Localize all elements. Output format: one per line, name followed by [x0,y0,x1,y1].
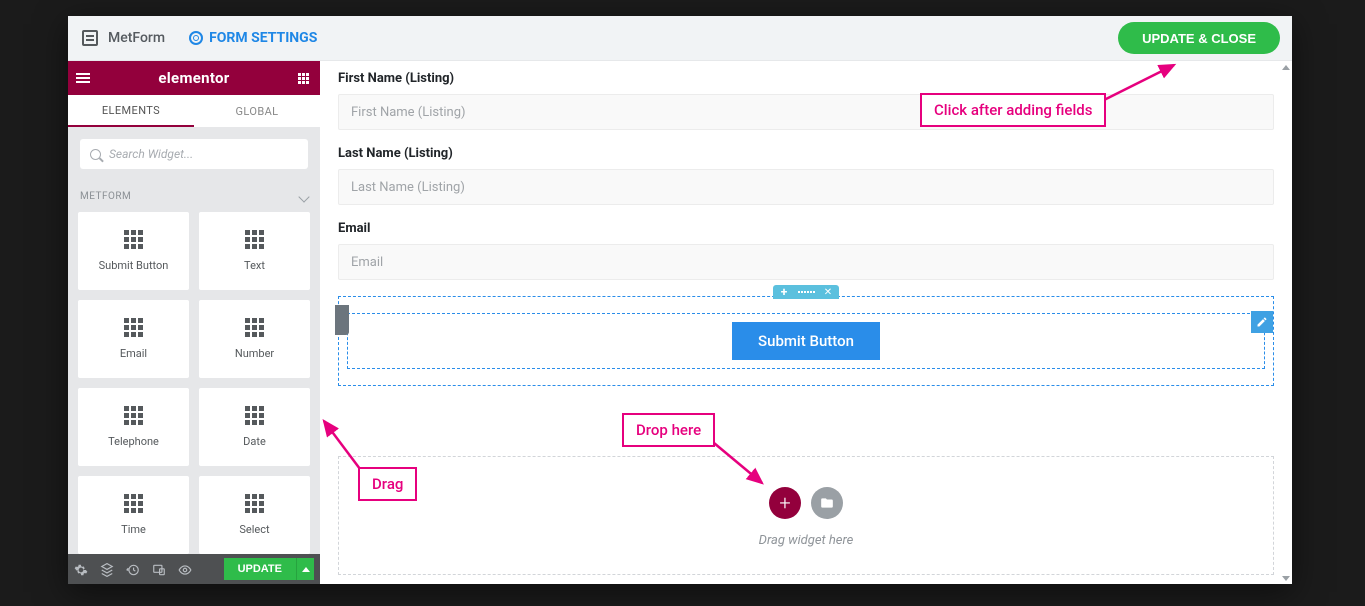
widget-text[interactable]: Text [199,212,310,290]
annotation-drop-here: Drop here [622,413,715,447]
widget-telephone[interactable]: Telephone [78,388,189,466]
widget-submit-button[interactable]: Submit Button [78,212,189,290]
widget-select[interactable]: Select [199,476,310,554]
search-icon [90,149,101,160]
tab-elements[interactable]: ELEMENTS [68,95,194,127]
widget-number[interactable]: Number [199,300,310,378]
panel-footer: UPDATE [68,554,320,584]
column[interactable]: Submit Button [347,313,1265,369]
metform-topbar: MetForm FORM SETTINGS UPDATE & CLOSE [68,16,1292,61]
section-tab-handle[interactable] [335,305,349,335]
field-label: Last Name (Listing) [338,146,1274,161]
field-label: Email [338,221,1274,236]
panel-tabs: ELEMENTS GLOBAL [68,95,320,127]
panel-header-title: elementor [158,69,229,87]
section-add-button[interactable] [773,285,795,299]
field-email[interactable]: Email Email [338,221,1274,280]
menu-icon[interactable] [76,73,94,83]
elementor-e-icon [82,30,98,46]
widget-category-header[interactable]: METFORM [68,181,320,212]
section-drag-handle[interactable] [795,285,817,299]
widget-date[interactable]: Date [199,388,310,466]
scroll-up-icon[interactable] [1280,61,1292,73]
add-section-button[interactable]: + [769,487,801,519]
section-delete-button[interactable] [817,285,839,299]
vertical-scrollbar[interactable] [1280,61,1292,584]
email-input[interactable]: Email [338,244,1274,280]
widget-edit-handle[interactable] [1251,311,1273,333]
search-placeholder: Search Widget... [109,147,193,161]
elementor-panel: elementor ELEMENTS GLOBAL Search Widget.… [68,61,320,584]
submit-button-widget[interactable]: Submit Button [732,322,880,360]
annotation-click-after: Click after adding fields [920,93,1106,127]
first-name-input[interactable]: First Name (Listing) [338,94,1274,130]
category-label: METFORM [80,191,131,202]
field-first-name[interactable]: First Name (Listing) First Name (Listing… [338,71,1274,130]
drop-hint-text: Drag widget here [759,533,854,548]
tab-global[interactable]: GLOBAL [194,95,320,127]
widget-time[interactable]: Time [78,476,189,554]
section-toolbar [773,285,839,299]
chevron-down-icon [298,191,309,202]
field-label: First Name (Listing) [338,71,1274,86]
last-name-input[interactable]: Last Name (Listing) [338,169,1274,205]
active-section[interactable]: Submit Button [338,296,1274,386]
panel-update-dropdown[interactable] [296,558,314,580]
panel-header: elementor [68,61,320,95]
canvas: First Name (Listing) First Name (Listing… [320,61,1292,584]
apps-icon[interactable] [294,73,312,84]
annotation-drag: Drag [358,467,417,501]
scroll-down-icon[interactable] [1280,572,1292,584]
form-settings-button[interactable]: FORM SETTINGS [189,30,317,46]
navigator-icon[interactable] [100,562,114,576]
responsive-icon[interactable] [152,562,166,576]
update-and-close-button[interactable]: UPDATE & CLOSE [1118,22,1280,54]
add-template-button[interactable] [811,487,843,519]
preview-icon[interactable] [178,562,192,576]
field-last-name[interactable]: Last Name (Listing) Last Name (Listing) [338,146,1274,205]
panel-update-button[interactable]: UPDATE [224,558,296,580]
drop-zone[interactable]: + Drag widget here [338,456,1274,575]
history-icon[interactable] [126,562,140,576]
form-settings-label: FORM SETTINGS [209,30,317,46]
brand-label: MetForm [108,30,165,46]
widget-email[interactable]: Email [78,300,189,378]
widget-grid: Submit Button Text Email Number Telephon… [68,212,320,554]
gear-icon [189,31,203,45]
search-input[interactable]: Search Widget... [80,139,308,169]
settings-icon[interactable] [74,562,88,576]
